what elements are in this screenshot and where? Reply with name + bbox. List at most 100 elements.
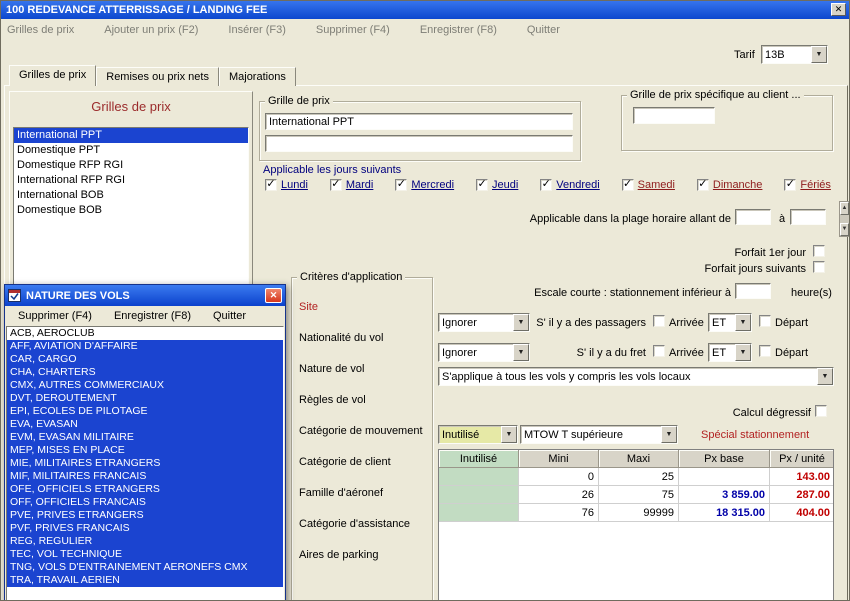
list-item[interactable]: PVE, PRIVES ETRANGERS <box>7 509 283 522</box>
chevron-down-icon[interactable]: ▼ <box>661 426 677 443</box>
critere-regles-de-vol[interactable]: Règles de vol <box>299 394 423 407</box>
checkbox-forfait-1er-jour[interactable] <box>813 245 825 257</box>
client-grille-input[interactable] <box>633 107 715 124</box>
critere-famille-aeronef[interactable]: Famille d'aéronef <box>299 487 423 500</box>
fret-operator-select[interactable]: ET ▼ <box>708 343 752 362</box>
list-item[interactable]: OFE, OFFICIELS ETRANGERS <box>7 483 283 496</box>
plage-from-input[interactable] <box>735 209 771 225</box>
list-item[interactable]: ACB, AEROCLUB <box>7 327 283 340</box>
day-label-jeudi[interactable]: Jeudi <box>492 179 518 191</box>
list-item[interactable]: TRA, TRAVAIL AERIEN <box>7 574 283 587</box>
day-label-samedi[interactable]: Samedi <box>638 179 675 191</box>
chevron-down-icon[interactable]: ▼ <box>501 426 517 443</box>
popup-menu-enregistrer[interactable]: Enregistrer (F8) <box>114 310 191 322</box>
menu-supprimer[interactable]: Supprimer (F4) <box>316 24 390 36</box>
list-item[interactable]: CMX, AUTRES COMMERCIAUX <box>7 379 283 392</box>
mini-scrollbar[interactable]: ▲ ▼ <box>839 201 850 237</box>
cell-maxi[interactable]: 99999 <box>599 504 679 522</box>
tarif-select[interactable]: 13B ▼ <box>761 45 828 64</box>
list-item[interactable]: MEP, MISES EN PLACE <box>7 444 283 457</box>
popup-titlebar[interactable]: NATURE DES VOLS ✕ <box>5 285 285 306</box>
menu-grilles-de-prix[interactable]: Grilles de prix <box>7 24 74 36</box>
list-item[interactable]: OFF, OFFICIELS FRANCAIS <box>7 496 283 509</box>
checkbox-vendredi[interactable]: ✓ <box>540 179 552 191</box>
checkbox-dimanche[interactable]: ✓ <box>697 179 709 191</box>
cell-px-unite[interactable]: 404.00 <box>770 504 834 522</box>
list-item[interactable]: CHA, CHARTERS <box>7 366 283 379</box>
list-item[interactable]: International PPT <box>14 128 248 143</box>
checkbox-fret-depart[interactable] <box>759 345 771 357</box>
checkbox-forfait-jours-suivants[interactable] <box>813 261 825 273</box>
cell-px-unite[interactable]: 287.00 <box>770 486 834 504</box>
list-item[interactable]: DVT, DEROUTEMENT <box>7 392 283 405</box>
list-item[interactable]: MIE, MILITAIRES ETRANGERS <box>7 457 283 470</box>
day-label-lundi[interactable]: Lundi <box>281 179 308 191</box>
vols-scope-select[interactable]: S'applique à tous les vols y compris les… <box>438 367 834 386</box>
grille-name-alt-input[interactable] <box>265 135 573 152</box>
day-label-dimanche[interactable]: Dimanche <box>713 179 763 191</box>
list-item[interactable]: Domestique RFP RGI <box>14 158 248 173</box>
escale-heures-input[interactable] <box>735 283 771 299</box>
cell-inutilise[interactable] <box>439 468 519 486</box>
grille-name-input[interactable] <box>265 113 573 130</box>
list-item[interactable]: International RFP RGI <box>14 173 248 188</box>
list-item[interactable]: EVM, EVASAN MILITAIRE <box>7 431 283 444</box>
list-item[interactable]: PVF, PRIVES FRANCAIS <box>7 522 283 535</box>
day-label-mercredi[interactable]: Mercredi <box>411 179 454 191</box>
bareme-unit-select[interactable]: MTOW T supérieure ▼ <box>520 425 678 444</box>
popup-menu-supprimer[interactable]: Supprimer (F4) <box>18 310 92 322</box>
tab-remises-ou-prix-nets[interactable]: Remises ou prix nets <box>96 67 219 86</box>
passagers-operator-select[interactable]: ET ▼ <box>708 313 752 332</box>
popup-menu-quitter[interactable]: Quitter <box>213 310 246 322</box>
cell-mini[interactable]: 26 <box>519 486 599 504</box>
critere-nature-de-vol[interactable]: Nature de vol <box>299 363 423 376</box>
checkbox-passagers-arrivee[interactable] <box>653 315 665 327</box>
scroll-down-icon[interactable]: ▼ <box>840 223 849 236</box>
popup-close-icon[interactable]: ✕ <box>265 288 282 303</box>
list-item[interactable]: International BOB <box>14 188 248 203</box>
critere-site[interactable]: Site <box>299 301 423 314</box>
checkbox-calcul-degressif[interactable] <box>815 405 827 417</box>
day-label-feries[interactable]: Fériés <box>800 179 831 191</box>
tab-grilles-de-prix[interactable]: Grilles de prix <box>9 65 96 86</box>
cell-px-unite[interactable]: 143.00 <box>770 468 834 486</box>
list-item[interactable]: MIF, MILITAIRES FRANCAIS <box>7 470 283 483</box>
checkbox-feries[interactable]: ✓ <box>784 179 796 191</box>
chevron-down-icon[interactable]: ▼ <box>735 344 751 361</box>
close-icon[interactable]: ✕ <box>831 3 846 16</box>
checkbox-jeudi[interactable]: ✓ <box>476 179 488 191</box>
list-item[interactable]: AFF, AVIATION D'AFFAIRE <box>7 340 283 353</box>
list-item[interactable]: TNG, VOLS D'ENTRAINEMENT AERONEFS CMX <box>7 561 283 574</box>
menu-ajouter-un-prix[interactable]: Ajouter un prix (F2) <box>104 24 198 36</box>
critere-aires-de-parking[interactable]: Aires de parking <box>299 549 423 562</box>
critere-categorie-de-mouvement[interactable]: Catégorie de mouvement <box>299 425 423 438</box>
chevron-down-icon[interactable]: ▼ <box>735 314 751 331</box>
list-item[interactable]: EVA, EVASAN <box>7 418 283 431</box>
cell-maxi[interactable]: 75 <box>599 486 679 504</box>
menu-enregistrer[interactable]: Enregistrer (F8) <box>420 24 497 36</box>
main-titlebar[interactable]: 100 REDEVANCE ATTERRISSAGE / LANDING FEE <box>1 1 850 19</box>
cell-maxi[interactable]: 25 <box>599 468 679 486</box>
cell-mini[interactable]: 76 <box>519 504 599 522</box>
list-item[interactable]: REG, REGULIER <box>7 535 283 548</box>
checkbox-passagers-depart[interactable] <box>759 315 771 327</box>
list-item[interactable]: EPI, ECOLES DE PILOTAGE <box>7 405 283 418</box>
critere-categorie-de-client[interactable]: Catégorie de client <box>299 456 423 469</box>
menu-inserer[interactable]: Insérer (F3) <box>228 24 285 36</box>
checkbox-mercredi[interactable]: ✓ <box>395 179 407 191</box>
tab-majorations[interactable]: Majorations <box>219 67 296 86</box>
critere-categorie-assistance[interactable]: Catégorie d'assistance <box>299 518 423 531</box>
bareme-mode-select[interactable]: Inutilisé ▼ <box>438 425 518 444</box>
list-item[interactable]: CAR, CARGO <box>7 353 283 366</box>
scroll-up-icon[interactable]: ▲ <box>840 202 849 215</box>
list-item[interactable]: TEC, VOL TECHNIQUE <box>7 548 283 561</box>
cell-px-base[interactable]: 18 315.00 <box>679 504 770 522</box>
day-label-mardi[interactable]: Mardi <box>346 179 374 191</box>
critere-nationalite-du-vol[interactable]: Nationalité du vol <box>299 332 423 345</box>
list-item[interactable]: Domestique BOB <box>14 203 248 218</box>
menu-quitter[interactable]: Quitter <box>527 24 560 36</box>
checkbox-mardi[interactable]: ✓ <box>330 179 342 191</box>
scroll-track[interactable] <box>840 215 849 223</box>
checkbox-fret-arrivee[interactable] <box>653 345 665 357</box>
fret-select[interactable]: Ignorer ▼ <box>438 343 530 362</box>
